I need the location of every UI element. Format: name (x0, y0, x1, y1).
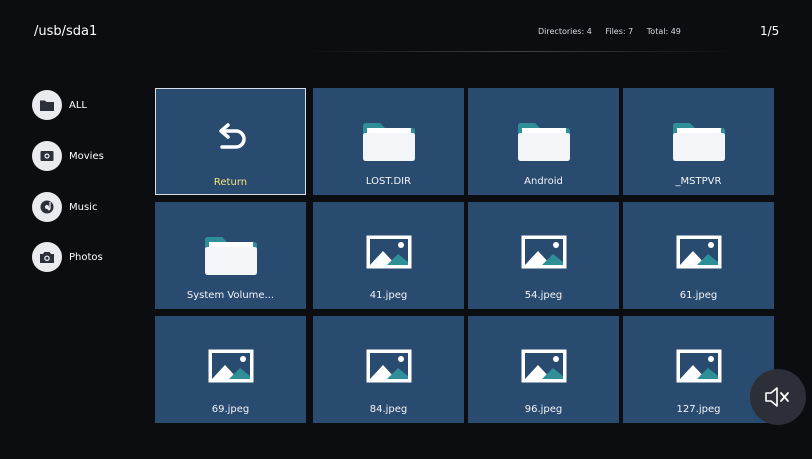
current-path: /usb/sda1 (34, 24, 98, 39)
tile-label: _MSTPVR (675, 176, 722, 187)
folder-tile[interactable]: Android (468, 88, 619, 195)
folder-icon (623, 120, 774, 161)
tile-label: Android (524, 176, 563, 187)
folder-icon (313, 120, 464, 161)
tile-label: 61.jpeg (679, 290, 718, 301)
image-file-icon (313, 234, 464, 274)
tile-label: Return (213, 177, 248, 188)
image-tile[interactable]: 84.jpeg (313, 316, 464, 423)
category-label: Movies (69, 150, 104, 162)
tile-label: 41.jpeg (369, 290, 408, 301)
image-tile[interactable]: 96.jpeg (468, 316, 619, 423)
image-file-icon (623, 234, 774, 274)
tile-label: 127.jpeg (676, 404, 721, 415)
header-bar: /usb/sda1 Directories: 4 Files: 7 Total:… (0, 0, 812, 60)
header-divider (300, 51, 740, 52)
image-tile[interactable]: 41.jpeg (313, 202, 464, 309)
tile-label: LOST.DIR (365, 176, 412, 187)
page-indicator: 1/5 (760, 24, 780, 38)
image-file-icon (155, 348, 306, 388)
image-tile[interactable]: 61.jpeg (623, 202, 774, 309)
image-file-icon (468, 348, 619, 388)
image-tile[interactable]: 54.jpeg (468, 202, 619, 309)
return-tile[interactable]: Return (155, 88, 306, 195)
category-label: Music (69, 201, 98, 213)
tile-label: 69.jpeg (211, 404, 250, 415)
directories-count: Directories: 4 (538, 27, 592, 36)
tile-label: 54.jpeg (524, 290, 563, 301)
tile-label: 84.jpeg (369, 404, 408, 415)
folder-icon (155, 234, 306, 275)
movie-icon (32, 141, 62, 171)
return-arrow-icon (156, 121, 305, 161)
total-count: Total: 49 (646, 27, 681, 36)
folder-icon (468, 120, 619, 161)
folder-tile[interactable]: System Volume... (155, 202, 306, 309)
speaker-muted-icon (765, 387, 789, 407)
category-photos[interactable]: Photos (32, 242, 132, 272)
category-label: Photos (69, 251, 103, 263)
camera-icon (32, 242, 62, 272)
category-label: ALL (69, 99, 87, 111)
folder-tile[interactable]: LOST.DIR (313, 88, 464, 195)
category-music[interactable]: Music (32, 192, 132, 222)
tile-label: System Volume... (186, 290, 275, 301)
music-icon (32, 192, 62, 222)
image-tile[interactable]: 69.jpeg (155, 316, 306, 423)
image-file-icon (468, 234, 619, 274)
image-file-icon (623, 348, 774, 388)
category-all[interactable]: ALL (32, 90, 132, 120)
image-file-icon (313, 348, 464, 388)
storage-stats: Directories: 4 Files: 7 Total: 49 (538, 27, 692, 36)
folder-icon (32, 90, 62, 120)
tile-label: 96.jpeg (524, 404, 563, 415)
mute-button[interactable] (750, 369, 806, 425)
folder-tile[interactable]: _MSTPVR (623, 88, 774, 195)
files-count: Files: 7 (605, 27, 634, 36)
category-movies[interactable]: Movies (32, 141, 132, 171)
